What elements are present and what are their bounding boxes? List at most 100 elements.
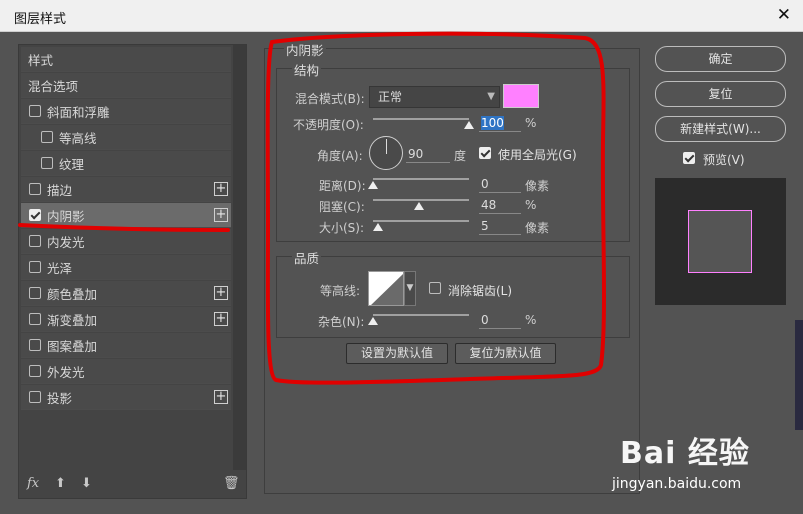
distance-unit: 像素 <box>525 179 550 193</box>
opacity-input[interactable]: 100 <box>479 116 521 132</box>
noise-slider-thumb[interactable] <box>368 317 378 325</box>
bevel-emboss-checkbox[interactable] <box>29 105 41 117</box>
texture-label: 纹理 <box>59 156 85 172</box>
drop-shadow-add-icon[interactable]: + <box>214 390 228 404</box>
inner-shadow-add-icon[interactable]: + <box>214 208 228 222</box>
close-icon[interactable]: ✕ <box>777 5 791 25</box>
angle-label: 角度(A): <box>317 149 363 163</box>
contour-curve-icon <box>371 273 403 305</box>
preview-area <box>655 178 786 305</box>
satin-item[interactable]: 光泽 <box>21 255 231 280</box>
angle-unit: 度 <box>454 149 467 163</box>
color-overlay-checkbox[interactable] <box>29 287 41 299</box>
choke-input[interactable]: 48 <box>479 198 521 214</box>
reset-button[interactable]: 复位 <box>655 81 786 107</box>
bevel-emboss-item[interactable]: 斜面和浮雕 <box>21 99 231 124</box>
contour-label-field: 等高线: <box>320 284 361 298</box>
contour-picker[interactable] <box>368 271 404 306</box>
gradient-overlay-item[interactable]: 渐变叠加 + <box>21 307 231 332</box>
color-overlay-label: 颜色叠加 <box>47 286 98 302</box>
angle-value: 90 <box>408 147 424 161</box>
structure-title: 结构 <box>292 60 322 79</box>
antialias-label: 消除锯齿(L) <box>448 284 513 298</box>
satin-label: 光泽 <box>47 260 73 276</box>
inner-glow-checkbox[interactable] <box>29 235 41 247</box>
choke-value: 48 <box>481 198 497 212</box>
blending-options-item[interactable]: 混合选项 <box>21 73 231 98</box>
noise-unit: % <box>525 313 537 327</box>
choke-label: 阻塞(C): <box>319 200 365 214</box>
outer-glow-checkbox[interactable] <box>29 365 41 377</box>
noise-label: 杂色(N): <box>318 315 365 329</box>
texture-item[interactable]: 纹理 <box>21 151 231 176</box>
size-value: 5 <box>481 219 489 233</box>
blend-mode-select[interactable]: 正常 ▼ <box>369 86 500 108</box>
new-style-button[interactable]: 新建样式(W)... <box>655 116 786 142</box>
pattern-overlay-label: 图案叠加 <box>47 338 98 354</box>
contour-item[interactable]: 等高线 <box>21 125 231 150</box>
stroke-checkbox[interactable] <box>29 183 41 195</box>
gradient-overlay-checkbox[interactable] <box>29 313 41 325</box>
stroke-add-icon[interactable]: + <box>214 182 228 196</box>
outer-glow-item[interactable]: 外发光 <box>21 359 231 384</box>
background-canvas-edge <box>795 320 803 430</box>
noise-input[interactable]: 0 <box>479 313 521 329</box>
satin-checkbox[interactable] <box>29 261 41 273</box>
noise-slider-track[interactable] <box>373 314 469 316</box>
distance-input[interactable]: 0 <box>479 177 521 193</box>
size-slider-thumb[interactable] <box>373 223 383 231</box>
texture-checkbox[interactable] <box>41 157 53 169</box>
pattern-overlay-item[interactable]: 图案叠加 <box>21 333 231 358</box>
stroke-item[interactable]: 描边 + <box>21 177 231 202</box>
distance-slider-thumb[interactable] <box>368 181 378 189</box>
move-up-icon[interactable]: ⬆ <box>55 476 66 491</box>
blend-mode-label: 混合模式(B): <box>295 92 365 106</box>
global-light-checkbox[interactable] <box>479 147 491 159</box>
styles-header-label: 样式 <box>28 52 54 68</box>
styles-scrollbar[interactable] <box>233 45 246 470</box>
distance-value: 0 <box>481 177 489 191</box>
chevron-down-icon[interactable]: ▼ <box>404 271 416 306</box>
title-bar: 图层样式 ✕ <box>0 0 803 32</box>
blend-mode-value: 正常 <box>378 90 403 104</box>
size-slider-track[interactable] <box>373 220 469 222</box>
contour-label: 等高线 <box>59 130 97 146</box>
angle-input[interactable]: 90 <box>406 147 450 163</box>
angle-dial[interactable] <box>369 136 403 170</box>
inner-shadow-checkbox[interactable] <box>29 209 41 221</box>
opacity-slider-thumb[interactable] <box>464 121 474 129</box>
drop-shadow-checkbox[interactable] <box>29 391 41 403</box>
baidu-url: jingyan.baidu.com <box>612 476 742 492</box>
color-overlay-item[interactable]: 颜色叠加 + <box>21 281 231 306</box>
drop-shadow-item[interactable]: 投影 + <box>21 385 231 410</box>
choke-slider-track[interactable] <box>373 199 469 201</box>
opacity-slider-track[interactable] <box>373 118 469 120</box>
inner-glow-item[interactable]: 内发光 <box>21 229 231 254</box>
fx-icon[interactable]: fx <box>27 476 39 491</box>
gradient-overlay-add-icon[interactable]: + <box>214 312 228 326</box>
trash-icon[interactable]: 🗑 <box>223 476 240 491</box>
gradient-overlay-label: 渐变叠加 <box>47 312 98 328</box>
distance-label: 距离(D): <box>319 179 366 193</box>
antialias-checkbox[interactable] <box>429 282 441 294</box>
reset-default-button[interactable]: 复位为默认值 <box>455 343 556 364</box>
size-input[interactable]: 5 <box>479 219 521 235</box>
opacity-label: 不透明度(O): <box>293 118 364 132</box>
preview-checkbox[interactable] <box>683 152 695 164</box>
set-default-button[interactable]: 设置为默认值 <box>346 343 448 364</box>
global-light-label: 使用全局光(G) <box>498 148 577 162</box>
pattern-overlay-checkbox[interactable] <box>29 339 41 351</box>
styles-header[interactable]: 样式 <box>21 47 231 72</box>
choke-slider-thumb[interactable] <box>414 202 424 210</box>
preview-thumbnail <box>688 210 752 273</box>
opacity-unit: % <box>525 116 537 130</box>
shadow-color-swatch[interactable] <box>503 84 539 108</box>
color-overlay-add-icon[interactable]: + <box>214 286 228 300</box>
quality-title: 品质 <box>292 248 322 267</box>
choke-unit: % <box>525 198 537 212</box>
contour-checkbox[interactable] <box>41 131 53 143</box>
ok-button[interactable]: 确定 <box>655 46 786 72</box>
inner-shadow-item[interactable]: 内阴影 + <box>21 203 231 228</box>
move-down-icon[interactable]: ⬇ <box>81 476 92 491</box>
distance-slider-track[interactable] <box>373 178 469 180</box>
